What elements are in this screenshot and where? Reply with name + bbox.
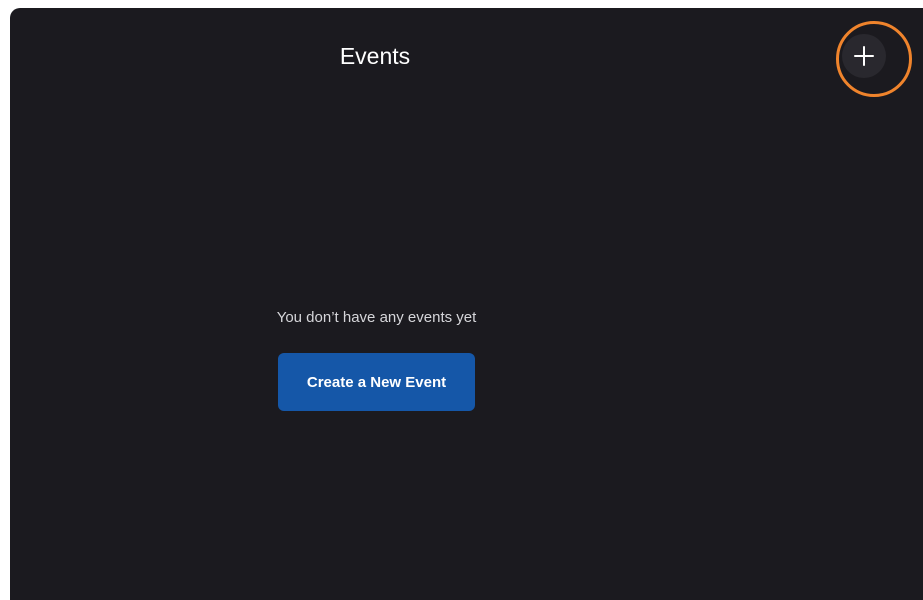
create-new-event-button[interactable]: Create a New Event [278, 353, 475, 411]
empty-state-message: You don’t have any events yet [276, 309, 477, 326]
add-event-button[interactable] [842, 34, 886, 78]
plus-icon [854, 46, 874, 66]
page-title: Events [339, 43, 411, 69]
events-screen: Events You don’t have any events yet Cre… [10, 8, 923, 600]
